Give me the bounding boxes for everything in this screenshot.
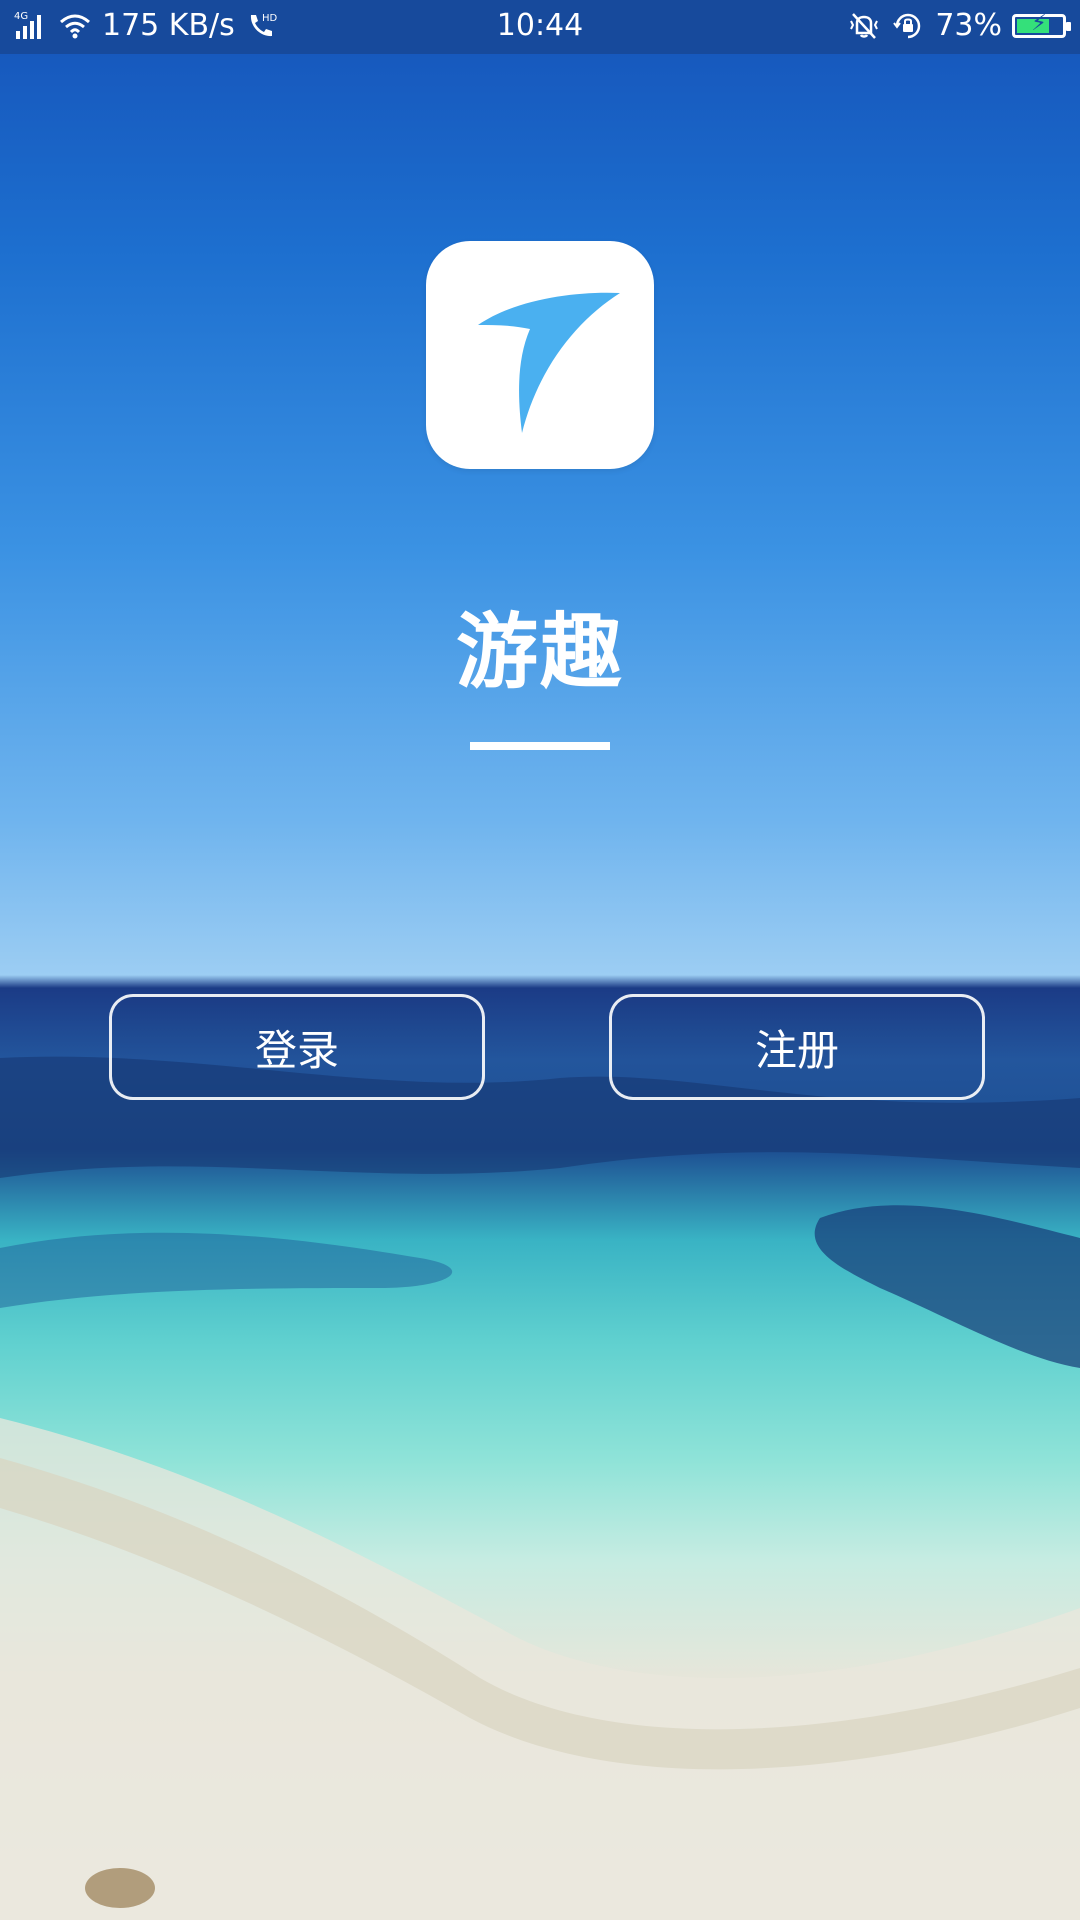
status-bar: 4G 175 KB/s HD 10:44 73% ⚡ xyxy=(0,0,1080,54)
login-button[interactable]: 登录 xyxy=(109,994,485,1100)
register-button-label: 注册 xyxy=(754,1025,839,1075)
vibrate-icon xyxy=(847,9,881,43)
paper-plane-arrow-icon xyxy=(478,292,620,433)
app-name: 游趣 xyxy=(455,605,624,700)
login-button-label: 登录 xyxy=(254,1025,339,1075)
register-button[interactable]: 注册 xyxy=(609,994,985,1100)
rotation-lock-icon xyxy=(891,9,925,43)
battery-icon: ⚡ xyxy=(1012,10,1071,38)
charging-bolt-icon: ⚡ xyxy=(1031,10,1047,36)
title-underline xyxy=(470,742,610,750)
beach-background-image xyxy=(0,1056,1080,1920)
welcome-screen: 4G 175 KB/s HD 10:44 73% ⚡ 游趣 登录 注册 xyxy=(0,0,1080,1920)
app-logo xyxy=(426,241,654,469)
battery-percent: 73% xyxy=(935,8,1002,43)
